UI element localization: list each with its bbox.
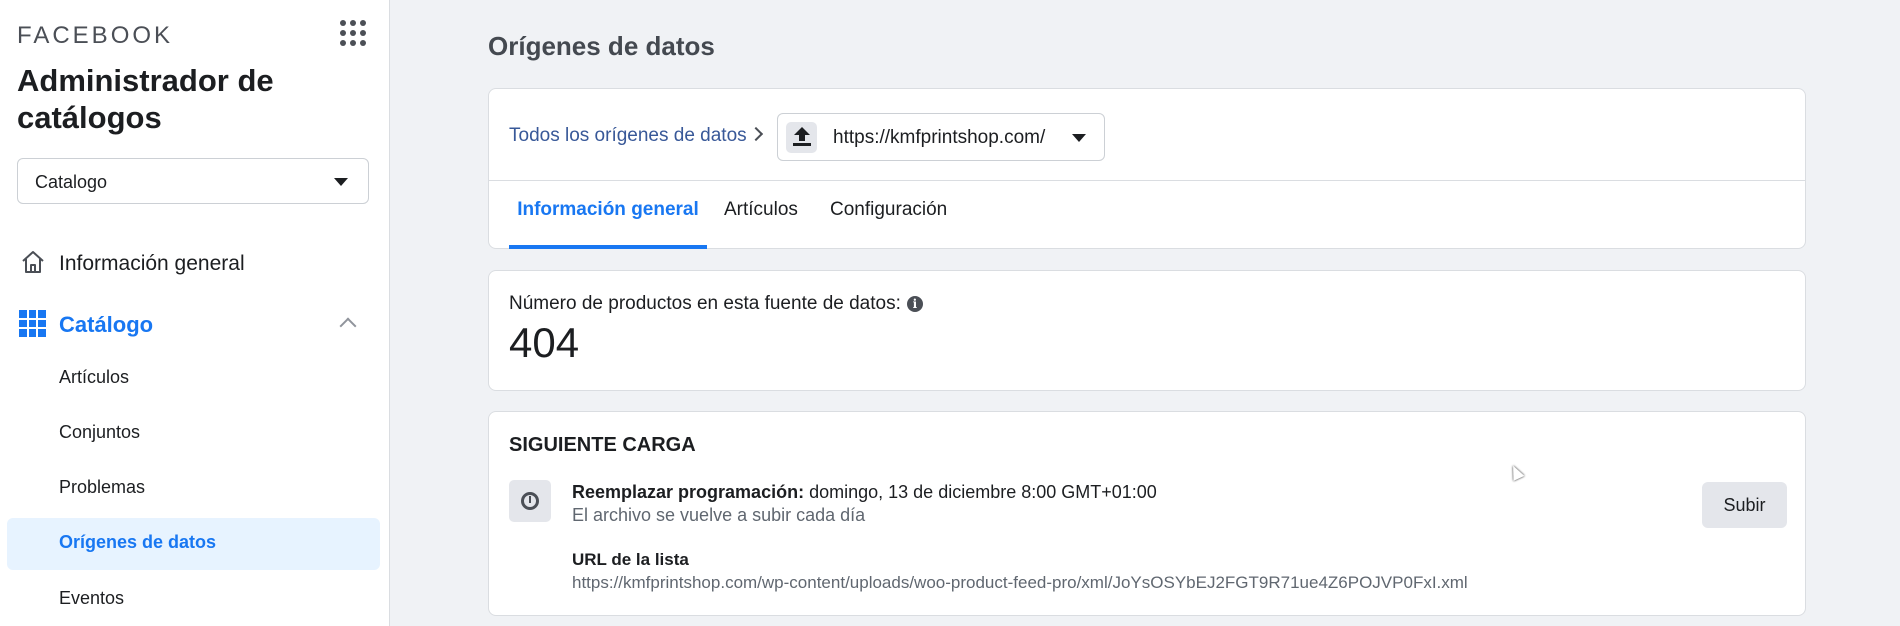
sidebar-item-eventos[interactable]: Eventos xyxy=(0,574,390,624)
sidebar-item-origenes-de-datos[interactable]: Orígenes de datos xyxy=(7,518,380,570)
upload-icon xyxy=(786,122,817,153)
chevron-right-icon xyxy=(748,126,764,142)
sidebar-item-label: Eventos xyxy=(59,588,125,608)
product-count-label-text: Número de productos en esta fuente de da… xyxy=(509,293,901,314)
sidebar-item-label: Orígenes de datos xyxy=(59,532,217,552)
data-source-select-value: https://kmfprintshop.com/ xyxy=(833,127,1046,148)
upload-button[interactable]: Subir xyxy=(1702,482,1787,528)
breadcrumb-all-sources-link[interactable]: Todos los orígenes de datos xyxy=(509,125,747,147)
data-source-select[interactable]: https://kmfprintshop.com/ xyxy=(777,113,1105,161)
tab-overview[interactable]: Información general xyxy=(509,199,707,249)
sidebar-item-label: Problemas xyxy=(59,477,146,497)
next-upload-heading: SIGUIENTE CARGA xyxy=(509,434,696,456)
info-icon[interactable]: i xyxy=(906,296,923,312)
tab-articles[interactable]: Artículos xyxy=(724,199,798,249)
schedule-value: domingo, 13 de diciembre 8:00 GMT+01:00 xyxy=(809,482,1157,502)
sidebar-item-label: Catálogo xyxy=(59,312,154,337)
page-title: Orígenes de datos xyxy=(488,31,715,61)
sidebar-item-catalog[interactable]: Catálogo xyxy=(0,305,390,341)
catalog-grid-icon xyxy=(19,310,46,337)
product-count-label: Número de productos en esta fuente de da… xyxy=(509,293,923,315)
sidebar-item-overview[interactable]: Información general xyxy=(0,245,390,281)
catalog-select[interactable]: Catalogo xyxy=(17,158,369,204)
sidebar-item-conjuntos[interactable]: Conjuntos xyxy=(0,408,390,458)
sidebar: FACEBOOK Administrador de catálogos Cata… xyxy=(0,0,390,626)
sidebar-item-problemas[interactable]: Problemas xyxy=(0,463,390,513)
apps-grid-icon[interactable] xyxy=(340,20,366,48)
schedule-label: Reemplazar programación: xyxy=(572,482,805,502)
divider xyxy=(489,180,1805,181)
home-icon xyxy=(22,251,44,273)
feed-url-label: URL de la lista xyxy=(572,550,689,569)
facebook-logo: FACEBOOK xyxy=(17,22,174,49)
chevron-up-icon[interactable] xyxy=(339,317,357,335)
next-upload-card: SIGUIENTE CARGA Reemplazar programación:… xyxy=(488,411,1806,616)
tab-settings[interactable]: Configuración xyxy=(830,199,947,249)
chevron-down-icon xyxy=(1072,134,1086,142)
data-source-header-card: Todos los orígenes de datos https://kmfp… xyxy=(488,88,1806,249)
product-count-value: 404 xyxy=(509,319,580,366)
chevron-down-icon xyxy=(334,178,348,186)
feed-url-value: https://kmfprintshop.com/wp-content/uplo… xyxy=(572,573,1468,592)
schedule-description: El archivo se vuelve a subir cada día xyxy=(572,505,866,525)
app-title: Administrador de catálogos xyxy=(17,63,274,135)
sidebar-item-articulos[interactable]: Artículos xyxy=(0,353,390,403)
sidebar-item-label: Información general xyxy=(59,252,245,275)
alarm-clock-icon xyxy=(509,480,551,522)
sidebar-item-label: Conjuntos xyxy=(59,422,141,442)
sidebar-item-label: Artículos xyxy=(59,367,130,387)
catalog-select-value: Catalogo xyxy=(35,172,108,192)
product-count-card: Número de productos en esta fuente de da… xyxy=(488,270,1806,391)
schedule-line: Reemplazar programación: domingo, 13 de … xyxy=(572,482,1157,503)
